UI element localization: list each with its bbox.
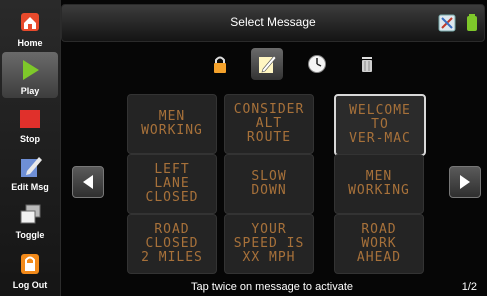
message-tile[interactable]: MEN WORKING [334,154,424,214]
sidebar-item-label: Toggle [15,230,45,240]
message-tile[interactable]: YOUR SPEED IS XX MPH [224,214,314,274]
tools-icon[interactable] [438,14,456,32]
message-text: YOUR SPEED IS XX MPH [233,222,305,265]
toggle-icon [20,204,41,224]
sidebar-item-toggle[interactable]: Toggle [2,196,58,242]
sidebar-item-label: Home [17,38,43,48]
message-tile[interactable]: MEN WORKING [127,94,217,154]
edit-note-icon [259,55,277,73]
message-tile[interactable]: LEFT LANE CLOSED [127,154,217,214]
edit-message-icon [21,157,42,177]
message-tile-selected[interactable]: WELCOME TO VER-MAC [334,94,426,156]
activation-hint: Tap twice on message to activate [190,281,354,293]
previous-page-button[interactable] [72,166,104,198]
message-text: ROAD CLOSED 2 MILES [141,222,203,265]
message-text: ROAD WORK AHEAD [356,222,402,265]
header-bar: Select Message [61,4,485,42]
sidebar-item-label: Stop [20,134,40,144]
message-tile[interactable]: ROAD WORK AHEAD [334,214,424,274]
sidebar-item-home[interactable]: Home [2,4,58,50]
app-window: Home Play Stop Edit Msg Toggle Log Out S… [0,0,487,296]
battery-icon [467,14,477,31]
play-icon [23,60,39,80]
sidebar-item-log-out[interactable]: Log Out [2,246,58,292]
message-tile[interactable]: CONSIDER ALT ROUTE [224,94,314,154]
sidebar-item-label: Play [20,86,40,96]
lock-toolbar-button[interactable] [204,48,236,80]
sidebar-item-label: Edit Msg [11,182,49,192]
stop-icon [20,110,40,128]
sidebar-item-label: Log Out [12,280,48,290]
message-text: LEFT LANE CLOSED [145,162,199,205]
message-text: MEN WORKING [348,169,410,198]
lock-icon [214,56,226,73]
clock-toolbar-button[interactable] [301,48,333,80]
edit-note-toolbar-button[interactable] [251,48,283,80]
next-page-button[interactable] [449,166,481,198]
trash-toolbar-button[interactable] [351,48,383,80]
clock-icon [308,55,326,73]
arrow-right-icon [460,175,470,189]
trash-icon [362,57,372,72]
sidebar-item-stop[interactable]: Stop [2,100,58,146]
message-tile[interactable]: ROAD CLOSED 2 MILES [127,214,217,274]
home-icon [21,13,39,31]
message-text: CONSIDER ALT ROUTE [233,102,305,145]
arrow-left-icon [83,175,93,189]
message-text: WELCOME TO VER-MAC [349,103,411,146]
message-text: MEN WORKING [141,109,203,138]
sidebar-item-play[interactable]: Play [2,52,58,98]
logout-lock-icon [21,254,39,274]
message-text: SLOW DOWN [251,169,287,198]
sidebar: Home Play Stop Edit Msg Toggle Log Out [0,0,61,296]
page-indicator: 1/2 [461,281,477,293]
footer: Tap twice on message to activate 1/2 [61,280,483,296]
message-tile[interactable]: SLOW DOWN [224,154,314,214]
sidebar-item-edit-msg[interactable]: Edit Msg [2,148,58,194]
page-title: Select Message [230,15,316,29]
